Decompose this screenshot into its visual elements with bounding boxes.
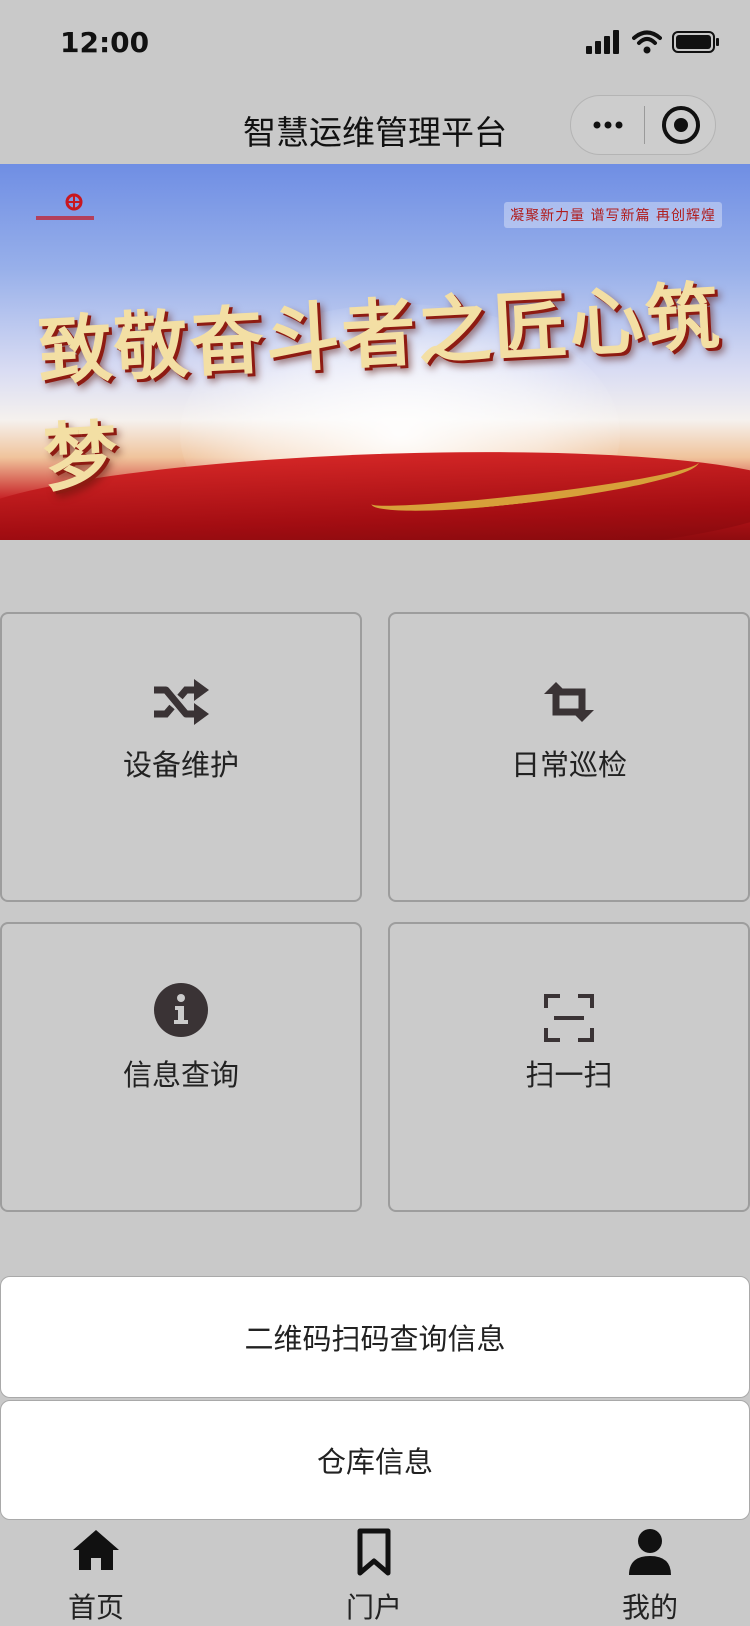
more-button[interactable] <box>571 96 644 154</box>
info-circle-icon <box>154 983 208 1037</box>
retweet-icon <box>544 682 594 722</box>
card-info-query[interactable]: 信息查询 <box>0 922 362 1212</box>
card-device-maintenance[interactable]: 设备维护 <box>0 612 362 902</box>
tab-portal[interactable]: 门户 <box>314 1520 434 1624</box>
tab-label: 首页 <box>67 1591 124 1624</box>
status-time: 12:00 <box>60 26 150 59</box>
tab-bar: 首页 门户 我的 <box>0 1520 750 1624</box>
qr-scan-query-button[interactable]: 二维码扫码查询信息 <box>0 1276 750 1398</box>
banner-slogan: 凝聚新力量 谱写新篇 再创辉煌 <box>504 202 722 228</box>
card-label: 信息查询 <box>122 1058 239 1092</box>
tab-home[interactable]: 首页 <box>36 1520 156 1624</box>
scan-icon <box>544 994 594 1042</box>
wifi-icon <box>632 30 662 54</box>
banner[interactable]: 凝聚新力量 谱写新篇 再创辉煌 致敬奋斗者之匠心筑梦 <box>0 164 750 540</box>
card-label: 设备维护 <box>122 748 239 782</box>
signal-icon <box>586 30 619 54</box>
card-label: 日常巡检 <box>510 748 627 782</box>
shuffle-icon <box>154 679 209 725</box>
status-icons <box>586 30 720 54</box>
target-close-icon <box>662 106 700 144</box>
tab-mine[interactable]: 我的 <box>590 1520 710 1624</box>
battery-icon <box>672 31 719 53</box>
tab-label: 门户 <box>345 1591 402 1624</box>
card-label: 扫一扫 <box>525 1058 613 1092</box>
bookmark-icon <box>357 1528 391 1576</box>
china-unicom-logo <box>36 193 94 220</box>
user-icon <box>629 1529 671 1575</box>
card-daily-inspection[interactable]: 日常巡检 <box>388 612 750 902</box>
warehouse-info-button[interactable]: 仓库信息 <box>0 1400 750 1520</box>
card-scan[interactable]: 扫一扫 <box>388 922 750 1212</box>
more-dots-icon <box>593 121 622 129</box>
banner-title: 致敬奋斗者之匠心筑梦 <box>35 273 724 503</box>
close-button[interactable] <box>645 96 717 154</box>
home-icon <box>73 1530 119 1570</box>
status-bar: 12:00 <box>0 0 750 88</box>
tab-label: 我的 <box>621 1591 678 1624</box>
mini-program-capsule <box>570 95 716 155</box>
